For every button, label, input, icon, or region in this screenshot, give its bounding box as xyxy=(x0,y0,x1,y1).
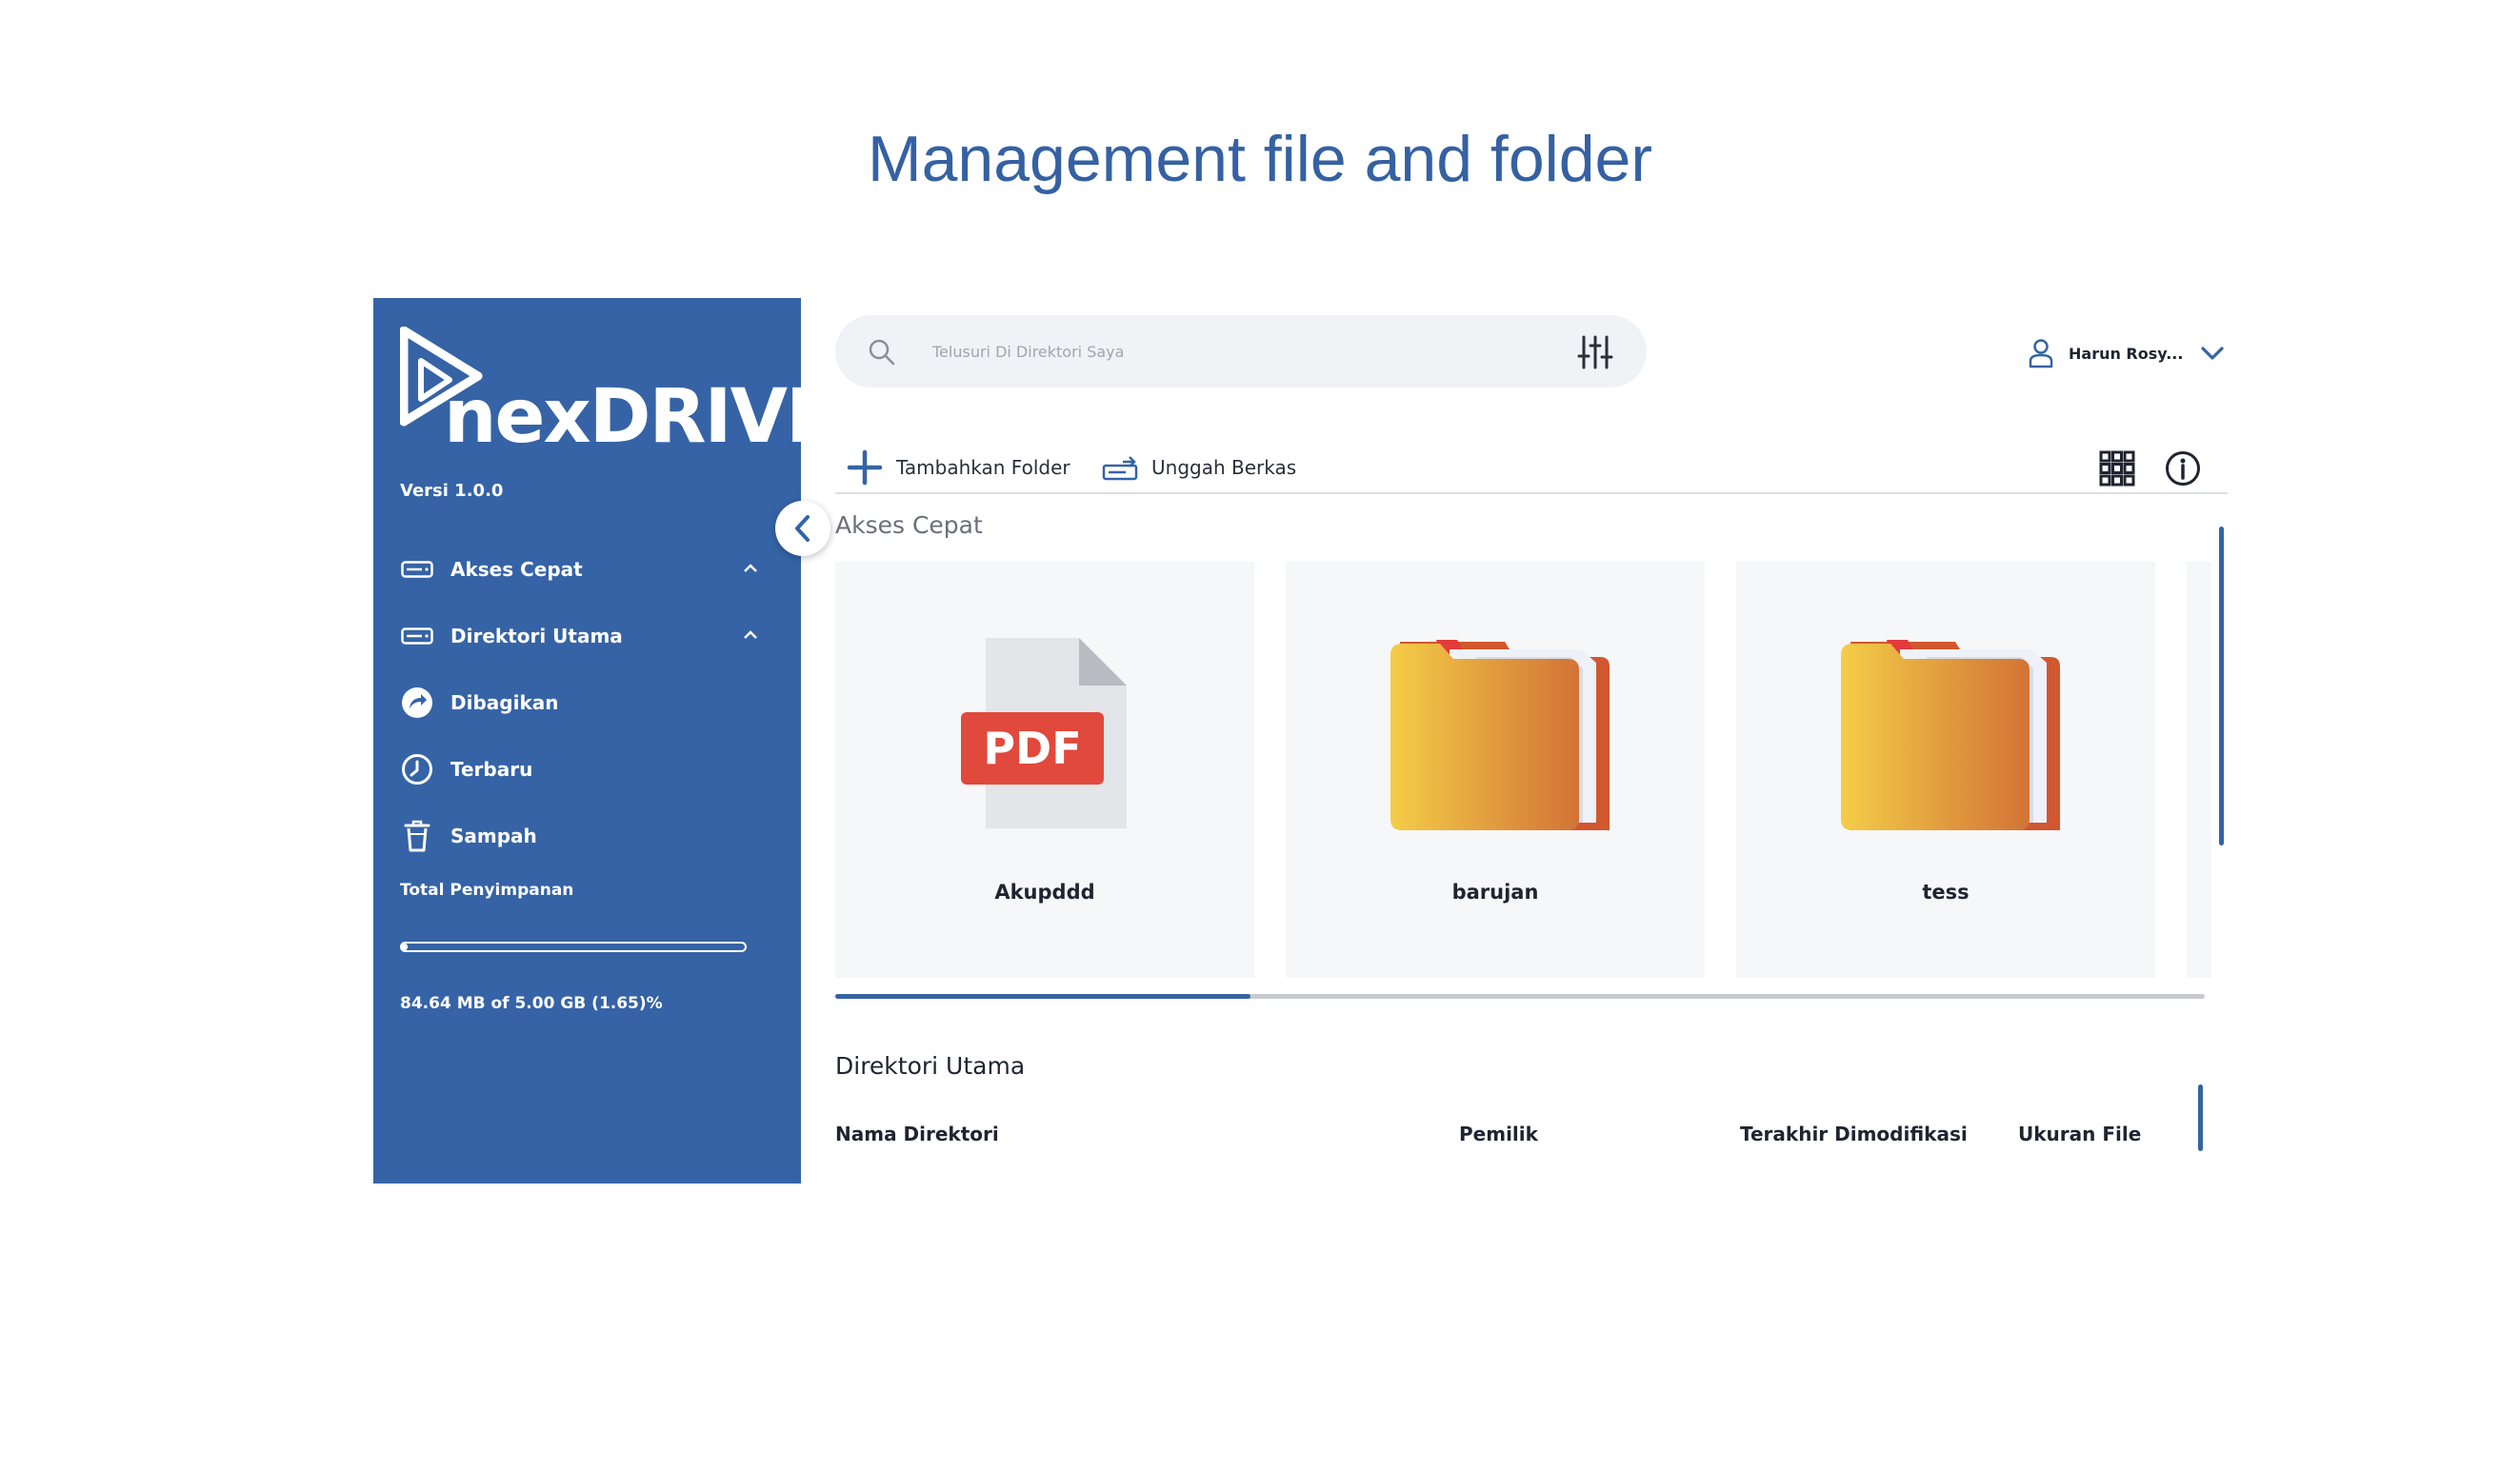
plus-icon xyxy=(847,449,883,486)
share-icon xyxy=(400,686,434,720)
sidebar-item-label: Dibagikan xyxy=(450,691,559,714)
drive-icon xyxy=(400,552,434,587)
search-icon xyxy=(869,339,895,366)
card-name: Akupddd xyxy=(994,881,1095,904)
collapse-sidebar-button[interactable] xyxy=(775,501,830,556)
quick-access-card-partial[interactable] xyxy=(2187,562,2211,978)
chevron-down-icon[interactable] xyxy=(2200,345,2225,362)
sidebar-item-label: Akses Cepat xyxy=(450,558,583,581)
search-input[interactable] xyxy=(932,332,1523,370)
storage-progress-bar xyxy=(400,942,747,952)
add-folder-button[interactable]: Tambahkan Folder xyxy=(847,441,1070,494)
table-vertical-scrollbar[interactable] xyxy=(2198,1084,2203,1151)
sidebar-item-dibagikan[interactable]: Dibagikan xyxy=(400,669,777,736)
chevron-up-icon[interactable] xyxy=(741,559,760,578)
logo: nexDRIVE xyxy=(400,327,836,460)
sidebar-item-terbaru[interactable]: Terbaru xyxy=(400,736,777,803)
clock-icon xyxy=(400,752,434,786)
column-header-size[interactable]: Ukuran File xyxy=(2018,1123,2141,1145)
sidebar-item-label: Terbaru xyxy=(450,758,533,781)
chevron-left-icon xyxy=(795,515,810,542)
user-menu[interactable]: Harun Rosy... xyxy=(2029,334,2225,372)
main-directory-title: Direktori Utama xyxy=(835,1052,1026,1080)
vertical-scrollbar[interactable] xyxy=(2219,527,2224,845)
sidebar-item-sampah[interactable]: Sampah xyxy=(400,803,777,869)
sidebar-item-akses-cepat[interactable]: Akses Cepat xyxy=(400,536,777,603)
logo-text: nexDRIVE xyxy=(444,374,836,460)
directory-table-header: Nama Direktori Pemilik Terakhir Dimodifi… xyxy=(835,1123,2207,1151)
toolbar: Tambahkan Folder Unggah Berkas xyxy=(835,441,2230,494)
storage-usage-text: 84.64 MB of 5.00 GB (1.65)% xyxy=(400,994,663,1013)
info-icon[interactable] xyxy=(2165,450,2201,487)
quick-access-cards: PDF Akupddd barujan tess xyxy=(835,562,2211,981)
drive-icon xyxy=(400,619,434,653)
folder-icon xyxy=(1390,640,1610,830)
svg-text:PDF: PDF xyxy=(983,723,1081,774)
card-name: barujan xyxy=(1451,881,1539,904)
quick-access-card[interactable]: barujan xyxy=(1286,562,1705,978)
horizontal-scrollbar-thumb[interactable] xyxy=(835,994,1250,999)
user-icon xyxy=(2029,339,2053,368)
upload-file-button[interactable]: Unggah Berkas xyxy=(1102,441,1296,494)
card-name: tess xyxy=(1922,881,1970,904)
toolbar-divider xyxy=(835,492,2228,494)
quick-access-title: Akses Cepat xyxy=(835,511,983,539)
folder-icon xyxy=(1841,640,2060,830)
sidebar: nexDRIVE Versi 1.0.0 Akses Cepat Direkto… xyxy=(373,298,836,1184)
quick-access-card[interactable]: tess xyxy=(1736,562,2155,978)
sidebar-item-label: Sampah xyxy=(450,825,537,847)
add-folder-label: Tambahkan Folder xyxy=(896,456,1070,479)
slide-title: Management file and folder xyxy=(867,123,1653,195)
quick-access-card[interactable]: PDF Akupddd xyxy=(835,562,1254,978)
filter-sliders-icon[interactable] xyxy=(1576,334,1614,370)
upload-file-label: Unggah Berkas xyxy=(1151,456,1297,479)
upload-icon xyxy=(1102,456,1138,481)
sidebar-nav: Akses Cepat Direktori Utama Dibagikan Te… xyxy=(400,536,777,869)
pdf-file-icon: PDF xyxy=(961,638,1127,828)
horizontal-scrollbar[interactable] xyxy=(835,994,2205,999)
column-header-modified[interactable]: Terakhir Dimodifikasi xyxy=(1740,1123,1968,1145)
main-content: Harun Rosy... Tambahkan Folder Unggah Be… xyxy=(835,298,2230,1184)
storage-progress-fill xyxy=(402,944,409,950)
column-header-name[interactable]: Nama Direktori xyxy=(835,1123,999,1145)
sidebar-item-label: Direktori Utama xyxy=(450,625,623,647)
sidebar-item-direktori-utama[interactable]: Direktori Utama xyxy=(400,603,777,669)
grid-view-icon[interactable] xyxy=(2099,450,2135,487)
storage-label: Total Penyimpanan xyxy=(400,881,574,900)
search-bar xyxy=(835,315,1647,388)
version-label: Versi 1.0.0 xyxy=(400,481,504,501)
user-name: Harun Rosy... xyxy=(2069,344,2184,363)
trash-icon xyxy=(400,819,434,853)
app-window: nexDRIVE Versi 1.0.0 Akses Cepat Direkto… xyxy=(373,298,2230,1184)
column-header-owner[interactable]: Pemilik xyxy=(1459,1123,1538,1145)
chevron-up-icon[interactable] xyxy=(741,626,760,645)
